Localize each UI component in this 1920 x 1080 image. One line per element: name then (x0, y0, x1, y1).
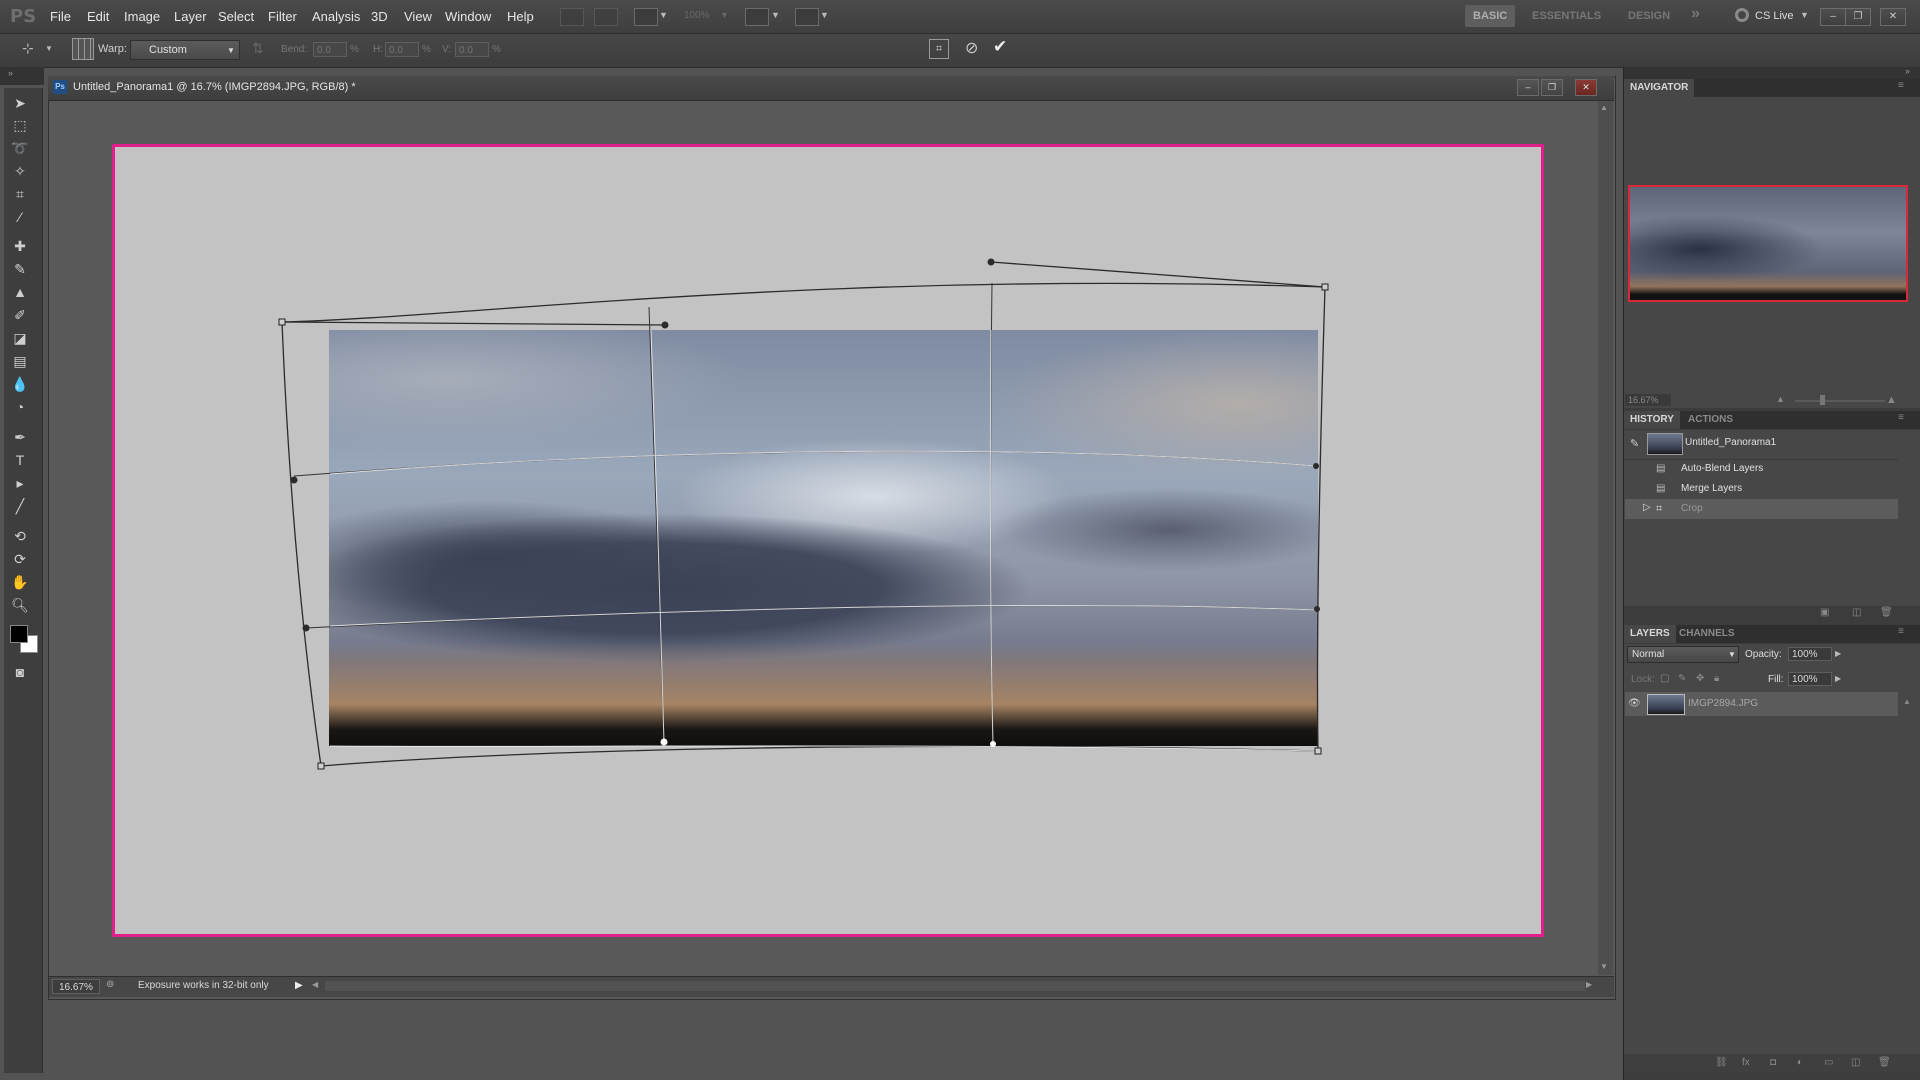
layer-name[interactable]: IMGP2894.JPG (1688, 698, 1758, 709)
crop-icon: ⌗ (1656, 503, 1663, 515)
warp-anchor-handle (1314, 747, 1322, 755)
navigator-preview[interactable] (1628, 185, 1908, 302)
trash-icon[interactable]: 🗑︎ (1880, 607, 1893, 618)
scroll-down-icon[interactable]: ▼ (1600, 962, 1608, 971)
collapse-icon[interactable]: » (1905, 66, 1910, 76)
warp-anchor-handle (317, 762, 325, 770)
blend-mode-select[interactable]: Normal (1627, 646, 1739, 663)
lock-position-icon[interactable]: ✥ (1696, 673, 1704, 684)
visibility-eye-icon[interactable]: 👁︎ (1628, 698, 1641, 709)
scroll-right-icon[interactable]: ▶ (1586, 980, 1592, 989)
document-state-icon: ▤ (1656, 463, 1666, 474)
warp-control-handle (990, 741, 996, 747)
warp-control-handle (661, 321, 669, 329)
tab-history[interactable]: HISTORY (1624, 411, 1680, 429)
tab-navigator[interactable]: NAVIGATOR (1624, 79, 1695, 97)
fill-input[interactable]: 100% (1788, 672, 1832, 686)
panel-dock-header[interactable] (1624, 67, 1920, 79)
fill-label: Fill: (1768, 674, 1784, 685)
history-snapshot[interactable]: Untitled_Panorama1 (1685, 437, 1776, 448)
zoom-in-icon[interactable]: ▲ (1886, 394, 1897, 406)
status-menu-arrow-icon[interactable]: ▶ (295, 980, 303, 991)
warp-grid-line-light (650, 329, 665, 743)
new-snapshot-icon[interactable]: ◫ (1852, 607, 1861, 618)
snapshot-thumbnail (1647, 433, 1683, 455)
warp-control-line (281, 321, 666, 326)
warp-right-edge (1316, 286, 1326, 752)
chevron-down-icon[interactable]: ▼ (1728, 650, 1736, 659)
status-info[interactable]: Exposure works in 32-bit only (138, 980, 269, 991)
slider-thumb[interactable] (1820, 395, 1825, 405)
lock-label: Lock: (1631, 674, 1655, 685)
new-document-from-state-icon[interactable]: ▣ (1820, 607, 1829, 618)
scroll-left-icon[interactable]: ◀ (312, 980, 318, 989)
navigator-zoom-field[interactable]: 16.67% (1625, 394, 1671, 406)
scroll-up-icon[interactable]: ▲ (1903, 697, 1911, 706)
proof-icon[interactable]: ⊚ (106, 979, 114, 990)
vertical-scrollbar[interactable] (1598, 101, 1613, 975)
tab-channels[interactable]: CHANNELS (1673, 625, 1741, 643)
zoom-field[interactable]: 16.67% (52, 979, 100, 994)
panel-menu-icon[interactable]: ≡ (1898, 412, 1904, 423)
layer-mask-icon[interactable]: ◘ (1770, 1057, 1776, 1068)
trash-icon[interactable]: 🗑︎ (1878, 1057, 1891, 1068)
warp-grid-line-light (989, 329, 994, 745)
warp-left-edge (281, 321, 322, 767)
warp-top-edge (281, 282, 1326, 323)
navigator-zoom-slider[interactable] (1795, 400, 1885, 402)
warp-grid-line (293, 450, 1317, 477)
layer-thumbnail[interactable] (1647, 694, 1685, 715)
warp-control-handle (290, 476, 298, 484)
warp-grid-line-light (329, 604, 1318, 627)
warp-control-handle (1313, 463, 1319, 469)
lock-all-icon[interactable]: 🔒︎ (1714, 673, 1719, 684)
history-item[interactable]: Merge Layers (1625, 479, 1898, 499)
warp-grid-line-light (329, 450, 1317, 475)
warp-control-handle (987, 258, 995, 266)
warp-control-handle (1314, 606, 1320, 612)
history-slider-icon[interactable]: ▷ (1643, 502, 1651, 513)
opacity-slider-arrow-icon[interactable]: ▶ (1835, 649, 1841, 658)
horizontal-scrollbar[interactable] (325, 981, 1585, 991)
lock-image-icon[interactable]: ✎ (1678, 673, 1686, 684)
history-brush-source-icon[interactable]: ✎ (1630, 437, 1639, 450)
warp-anchor-handle (1321, 283, 1329, 291)
new-group-icon[interactable]: ▭ (1824, 1057, 1833, 1068)
scroll-up-icon[interactable]: ▲ (1600, 103, 1608, 112)
fill-slider-arrow-icon[interactable]: ▶ (1835, 674, 1841, 683)
adjustment-layer-icon[interactable]: ◐ (1797, 1057, 1803, 1068)
tab-actions[interactable]: ACTIONS (1682, 411, 1739, 429)
zoom-out-icon[interactable]: ▲ (1776, 394, 1785, 404)
warp-control-handle (302, 624, 310, 632)
panel-menu-icon[interactable]: ≡ (1898, 626, 1904, 637)
layer-style-icon[interactable]: fx (1742, 1057, 1750, 1068)
history-item[interactable]: Auto-Blend Layers (1625, 459, 1898, 479)
history-item-selected[interactable]: Crop (1625, 499, 1898, 519)
warp-anchor-handle (278, 318, 286, 326)
document-state-icon: ▤ (1656, 483, 1666, 494)
warp-control-handle (660, 738, 668, 746)
link-layers-icon[interactable]: ⛓ (1715, 1057, 1728, 1068)
warp-bottom-edge (320, 745, 1319, 767)
opacity-input[interactable]: 100% (1788, 647, 1832, 661)
lock-transparent-icon[interactable]: ▢ (1660, 673, 1669, 684)
tab-layers[interactable]: LAYERS (1624, 625, 1676, 643)
opacity-label: Opacity: (1745, 649, 1782, 660)
panel-menu-icon[interactable]: ≡ (1898, 80, 1904, 91)
new-layer-icon[interactable]: ◫ (1851, 1057, 1860, 1068)
